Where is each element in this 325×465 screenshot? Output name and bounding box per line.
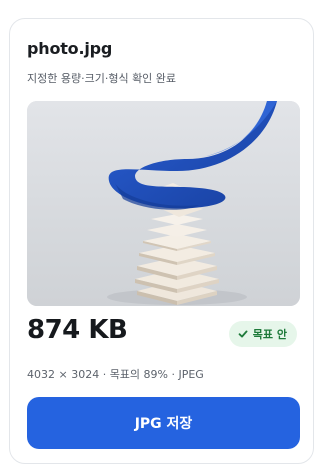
status-text: 지정한 용량·크기·형식 확인 완료: [27, 72, 177, 85]
status-badge-label: 목표 안: [252, 328, 287, 341]
file-name: photo.jpg: [27, 39, 113, 58]
status-badge: 목표 안: [228, 321, 297, 347]
image-details: 4032 × 3024 · 목표의 89% · JPEG: [27, 368, 204, 381]
image-preview: [27, 101, 300, 306]
check-icon: [238, 330, 248, 338]
photo-preview-illustration: [27, 101, 300, 306]
file-size: 874 KB: [27, 315, 128, 345]
save-jpg-button[interactable]: JPG 저장: [27, 397, 300, 449]
result-card: photo.jpg 지정한 용량·크기·형식 확인 완료 874 KB 목표 안…: [9, 18, 314, 464]
